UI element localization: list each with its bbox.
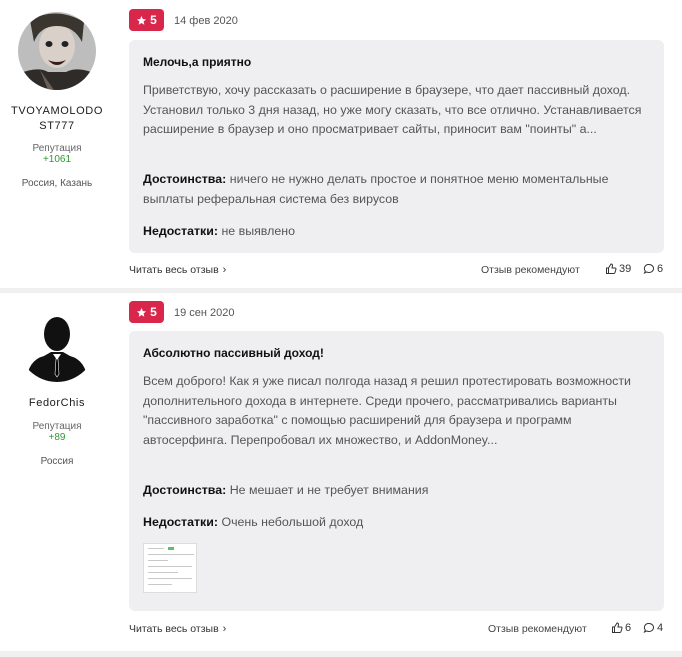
star-icon: [137, 15, 147, 25]
read-all-label: Читать весь отзыв: [129, 623, 219, 635]
reputation-label: Репутация: [32, 421, 82, 432]
like-button[interactable]: 39: [605, 263, 631, 275]
rating-badge: 5: [129, 301, 164, 323]
rating-value: 5: [150, 305, 157, 319]
comment-count: 6: [657, 263, 664, 275]
comments-button[interactable]: 4: [643, 622, 663, 634]
author-name[interactable]: TVOYAMOLODO ST777: [6, 104, 108, 134]
reputation-value: +1061: [42, 154, 72, 165]
thumbs-up-icon: [612, 622, 623, 633]
read-full-review-link[interactable]: Читать весь отзыв ›: [129, 623, 226, 635]
review-body: Мелочь,а приятно Приветствую, хочу расск…: [129, 40, 664, 253]
recommend-label: Отзыв рекомендуют: [488, 623, 587, 635]
like-count: 6: [625, 622, 632, 634]
review-cons: Недостатки: не выявлено: [143, 222, 653, 242]
star-icon: [137, 307, 147, 317]
rating-badge: 5: [129, 9, 164, 31]
pros-label: Достоинства:: [143, 172, 227, 186]
avatar[interactable]: [18, 304, 96, 382]
comment-icon: [643, 263, 655, 274]
recommend-label: Отзыв рекомендуют: [481, 264, 580, 276]
cons-text: Очень небольшой доход: [221, 515, 364, 529]
review-cons: Недостатки: Очень небольшой доход: [143, 513, 653, 533]
like-count: 39: [619, 263, 632, 275]
reputation-label: Репутация: [32, 143, 82, 154]
chevron-right-icon: ›: [222, 623, 227, 635]
review-date: 19 сен 2020: [174, 307, 235, 319]
review-card: FedorChis Репутация +89 Россия 5 19 сен …: [0, 293, 682, 651]
review-pros: Достоинства: ничего не нужно делать прос…: [143, 170, 653, 209]
comments-button[interactable]: 6: [643, 263, 663, 275]
read-full-review-link[interactable]: Читать весь отзыв ›: [129, 264, 226, 276]
review-text: Всем доброго! Как я уже писал полгода на…: [143, 374, 631, 447]
cons-label: Недостатки:: [143, 224, 218, 238]
read-all-label: Читать весь отзыв: [129, 264, 219, 276]
chevron-right-icon: ›: [222, 264, 227, 276]
reputation-value: +89: [48, 432, 66, 443]
thumbs-up-icon: [606, 263, 617, 274]
review-card: TVOYAMOLODO ST777 Репутация +1061 Россия…: [0, 0, 682, 288]
review-text: Приветствую, хочу рассказать о расширени…: [143, 83, 642, 136]
review-photo-thumbnail[interactable]: [143, 543, 197, 593]
review-title[interactable]: Мелочь,а приятно: [143, 55, 251, 69]
author-city: Россия, Казань: [21, 178, 93, 189]
rating-value: 5: [150, 13, 157, 27]
like-button[interactable]: 6: [611, 622, 631, 634]
avatar[interactable]: [18, 12, 96, 90]
cons-text: не выявлено: [221, 224, 295, 238]
pros-label: Достоинства:: [143, 483, 227, 497]
cons-label: Недостатки:: [143, 515, 218, 529]
comment-icon: [643, 622, 655, 633]
review-pros: Достоинства: Не мешает и не требует вним…: [143, 481, 653, 501]
review-body: Абсолютно пассивный доход! Всем доброго!…: [129, 331, 664, 611]
author-name[interactable]: FedorChis: [6, 396, 108, 411]
review-title[interactable]: Абсолютно пассивный доход!: [143, 346, 324, 360]
author-city: Россия: [40, 456, 74, 467]
pros-text: Не мешает и не требует внимания: [229, 483, 429, 497]
review-date: 14 фев 2020: [174, 15, 238, 27]
comment-count: 4: [657, 622, 664, 634]
